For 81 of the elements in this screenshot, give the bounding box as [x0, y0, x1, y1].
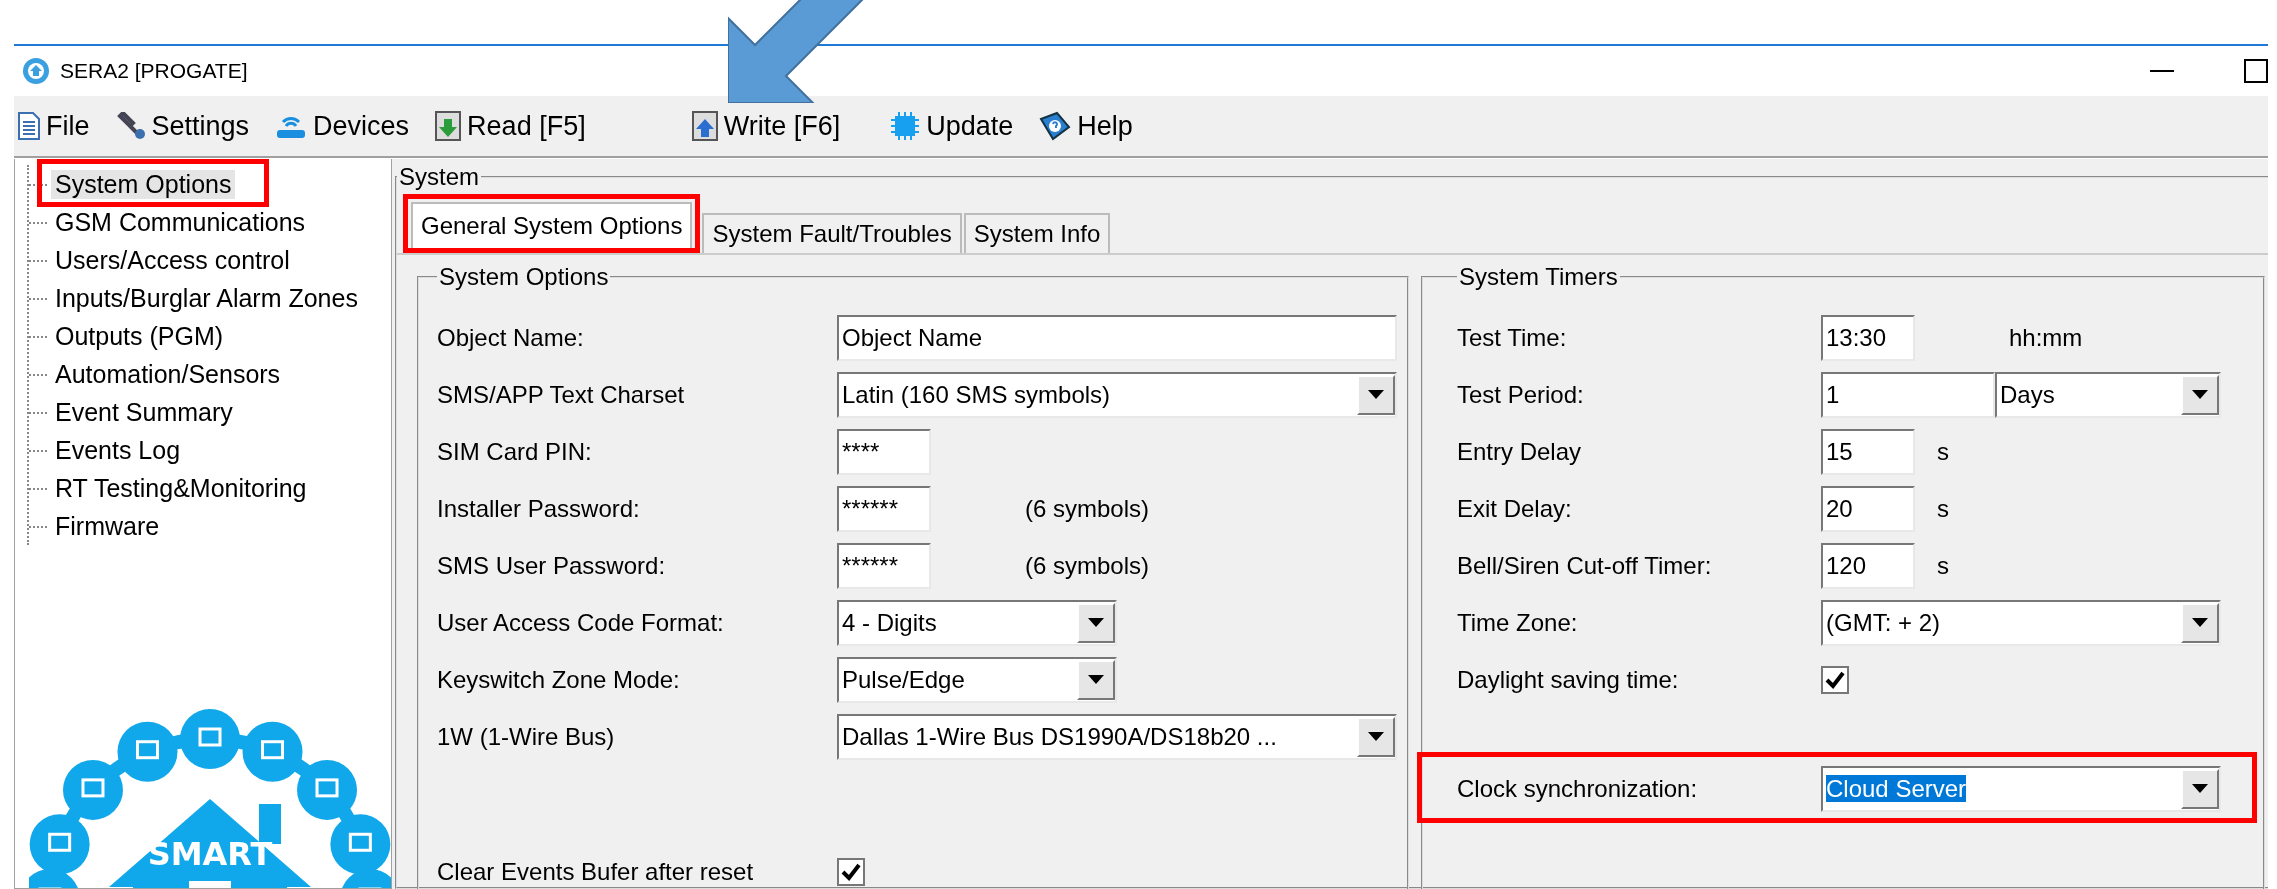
checkbox[interactable]: [837, 857, 865, 886]
text-field[interactable]: 13:30: [1821, 314, 1915, 361]
field-label: SIM Card PIN:: [437, 437, 593, 466]
app-icon: [22, 57, 50, 85]
caret-icon: [1088, 618, 1104, 627]
tree-item[interactable]: Events Log: [51, 435, 185, 465]
text-field[interactable]: 120: [1821, 542, 1915, 589]
menu-item[interactable]: Read [F5]: [435, 110, 586, 142]
menu-item[interactable]: Update: [890, 110, 1014, 142]
unit-label: s: [1937, 494, 1949, 523]
help-book-icon: [1039, 111, 1072, 141]
chip-icon: [890, 111, 921, 141]
dropdown[interactable]: Cloud Server: [1821, 765, 2221, 812]
dropdown[interactable]: 4 - Digits: [837, 599, 1117, 646]
field-label: Object Name:: [437, 323, 585, 352]
menu-item[interactable]: Write [F6]: [691, 110, 841, 142]
checkbox[interactable]: [1821, 665, 1849, 694]
unit-label: (6 symbols): [1025, 551, 1150, 580]
field-label: Time Zone:: [1457, 608, 1579, 637]
chip-up-icon: [691, 111, 718, 141]
tree-item[interactable]: GSM Communications: [51, 207, 310, 237]
field-label: User Access Code Format:: [437, 608, 725, 637]
tree-item[interactable]: Users/Access control: [51, 245, 294, 275]
text-field[interactable]: ******: [837, 485, 931, 532]
dropdown[interactable]: Dallas 1-Wire Bus DS1990A/DS18b20 ...: [837, 713, 1397, 760]
dropdown[interactable]: Pulse/Edge: [837, 656, 1117, 703]
field-label: SMS/APP Text Charset: [437, 380, 686, 409]
caret-icon: [2192, 784, 2208, 793]
field-label: Keyswitch Zone Mode:: [437, 665, 681, 694]
caret-icon: [1368, 390, 1384, 399]
dropdown[interactable]: Days: [1995, 371, 2221, 418]
field-label: Installer Password:: [437, 494, 641, 523]
group-title: System: [398, 163, 480, 191]
field-label: Daylight saving time:: [1457, 665, 1680, 694]
group-title: System Timers: [1458, 263, 1619, 291]
tree-item[interactable]: Inputs/Burglar Alarm Zones: [51, 283, 362, 313]
tree-item[interactable]: RT Testing&Monitoring: [51, 473, 311, 503]
text-field[interactable]: ******: [837, 542, 931, 589]
tree-item[interactable]: Firmware: [51, 511, 164, 541]
text-field[interactable]: 15: [1821, 428, 1915, 475]
caret-icon: [2192, 390, 2208, 399]
tree-item[interactable]: Outputs (PGM): [51, 321, 228, 351]
text-field[interactable]: Object Name: [837, 314, 1397, 361]
field-label: Bell/Siren Cut-off Timer:: [1457, 551, 1713, 580]
field-label: Test Time:: [1457, 323, 1568, 352]
maximize-icon[interactable]: [2244, 59, 2268, 83]
text-field[interactable]: 1: [1821, 371, 1995, 418]
tab[interactable]: General System Options: [411, 202, 693, 248]
menu-item[interactable]: File: [18, 110, 90, 142]
tree-item[interactable]: Event Summary: [51, 397, 237, 427]
caret-icon: [2192, 618, 2208, 627]
tab[interactable]: System Info: [963, 213, 1111, 253]
field-label: Entry Delay: [1457, 437, 1583, 466]
text-field[interactable]: 20: [1821, 485, 1915, 532]
dropdown[interactable]: Latin (160 SMS symbols): [837, 371, 1397, 418]
chip-down-icon: [435, 111, 462, 141]
field-label: Exit Delay:: [1457, 494, 1573, 523]
unit-label: s: [1937, 551, 1949, 580]
field-label: SMS User Password:: [437, 551, 667, 580]
logo-text: SMART: [147, 835, 273, 873]
caret-icon: [1368, 732, 1384, 741]
unit-label: hh:mm: [2009, 323, 2083, 352]
text-field[interactable]: ****: [837, 428, 931, 475]
unit-label: (6 symbols): [1025, 494, 1150, 523]
tree-item[interactable]: System Options: [51, 169, 236, 199]
field-label: Clear Events Bufer after reset: [437, 857, 755, 886]
menu-item[interactable]: Settings: [115, 110, 250, 142]
dropdown[interactable]: (GMT: + 2): [1821, 599, 2221, 646]
menu-item[interactable]: Devices: [275, 110, 410, 142]
caret-icon: [1088, 675, 1104, 684]
unit-label: s: [1937, 437, 1949, 466]
field-label: Clock synchronization:: [1457, 774, 1699, 803]
menu-item[interactable]: Help: [1039, 110, 1133, 142]
window-title: SERA2 [PROGATE]: [60, 59, 248, 83]
field-label: 1W (1-Wire Bus): [437, 722, 616, 751]
document-icon: [18, 112, 40, 140]
group-title: System Options: [438, 263, 610, 291]
tree-item[interactable]: Automation/Sensors: [51, 359, 285, 389]
tab[interactable]: System Fault/Troubles: [702, 213, 962, 253]
field-label: Test Period:: [1457, 380, 1585, 409]
wrench-icon: [115, 112, 146, 140]
